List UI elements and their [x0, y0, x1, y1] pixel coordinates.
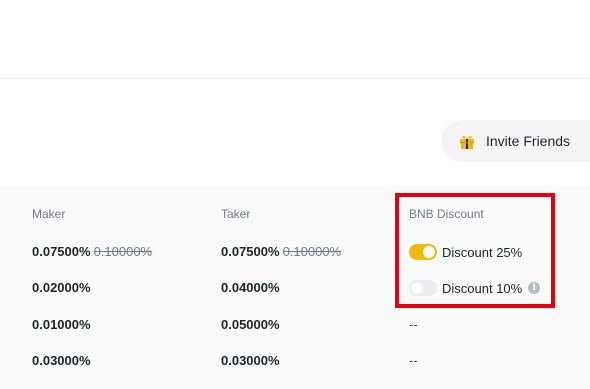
taker-fee-cell: 0.07500% 0.10000% [221, 244, 341, 259]
maker-fee-original: 0.10000% [93, 244, 153, 259]
taker-fee-value: 0.03000% [221, 353, 280, 368]
taker-fee-value: 0.05000% [221, 317, 280, 332]
top-divider [0, 78, 590, 79]
highlight-box [395, 193, 555, 308]
taker-header: Taker [221, 207, 251, 221]
maker-fee-value: 0.02000% [32, 280, 91, 295]
maker-fee-value: 0.07500% [32, 244, 91, 259]
taker-fee-value: 0.07500% [221, 244, 280, 259]
taker-fee-original: 0.10000% [282, 244, 342, 259]
gift-icon [458, 132, 476, 150]
maker-fee-value: 0.01000% [32, 317, 91, 332]
invite-friends-button[interactable]: Invite Friends [441, 120, 590, 162]
taker-fee-value: 0.04000% [221, 280, 280, 295]
maker-fee-value: 0.03000% [32, 353, 91, 368]
maker-fee-cell: 0.07500% 0.10000% [32, 244, 152, 259]
bnb-discount-empty: -- [409, 317, 418, 332]
maker-header: Maker [32, 207, 66, 221]
bnb-discount-empty: -- [409, 353, 418, 368]
invite-friends-label: Invite Friends [486, 133, 571, 149]
